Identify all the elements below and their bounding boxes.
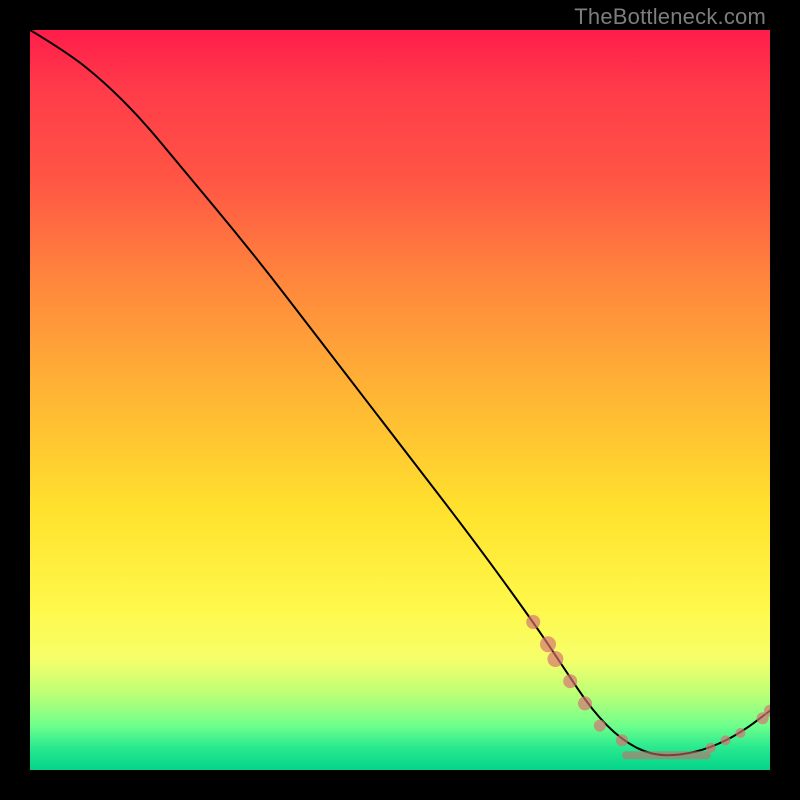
chart-frame	[30, 30, 770, 770]
bottleneck-curve-plot	[30, 30, 770, 770]
highlighted-point	[540, 636, 556, 652]
valley-cluster-band	[622, 751, 711, 759]
highlighted-point	[735, 728, 745, 738]
watermark-label: TheBottleneck.com	[574, 4, 766, 30]
highlighted-point	[563, 674, 577, 688]
highlighted-point	[721, 735, 731, 745]
highlighted-point	[706, 743, 716, 753]
highlighted-point	[547, 651, 563, 667]
highlighted-point	[616, 734, 628, 746]
bottleneck-curve	[30, 30, 770, 755]
highlighted-points-group	[526, 615, 770, 753]
highlighted-point	[526, 615, 540, 629]
highlighted-point	[578, 696, 592, 710]
highlighted-point	[594, 720, 606, 732]
